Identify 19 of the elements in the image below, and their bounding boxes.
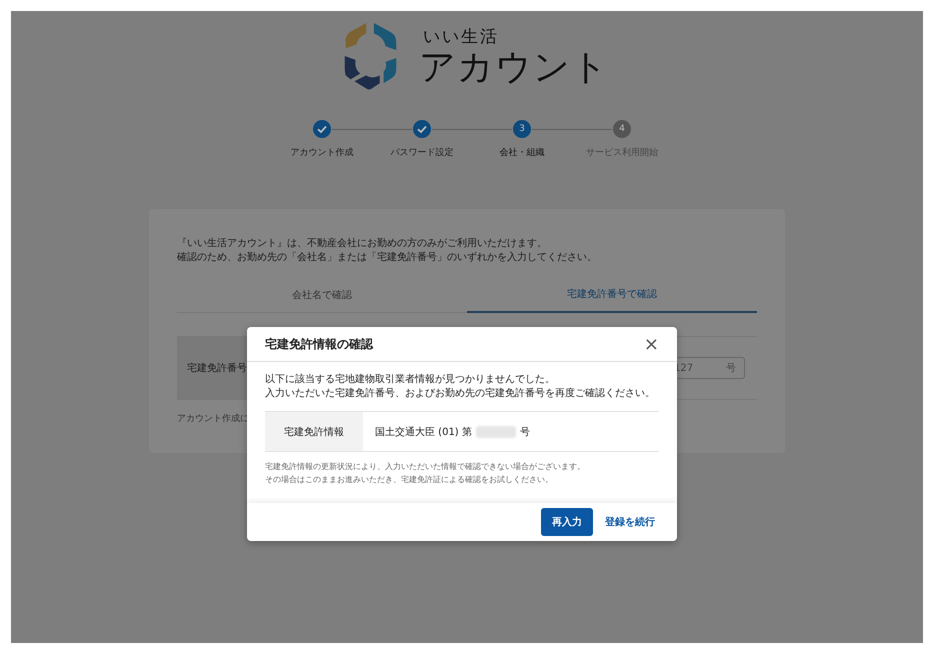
continue-link[interactable]: 登録を続行 <box>605 515 655 529</box>
step-number: 4 <box>613 120 631 138</box>
step-number: 3 <box>513 120 531 138</box>
intro-text: 『いい生活アカウント』は、不動産会社にお勤めの方のみがご利用いただけます。 <box>177 237 548 251</box>
reenter-button[interactable]: 再入力 <box>541 508 593 536</box>
close-button[interactable]: × <box>644 334 659 354</box>
redacted-block <box>476 426 516 438</box>
note-text: その場合はこのままお進みいただき、宅建免許証による確認をお試しください。 <box>265 474 554 486</box>
step-label: パスワード設定 <box>390 146 454 159</box>
logo-title: アカウント <box>419 48 609 88</box>
info-suffix: 号 <box>520 426 530 438</box>
step-label: サービス利用開始 <box>586 146 658 159</box>
note-text: 宅建免許情報の更新状況により、入力いただいた情報で確認できない場合がございます。 <box>265 461 586 473</box>
logo-subtitle: いい生活 <box>423 26 500 48</box>
intro-text: 確認のため、お勤め先の「会社名」または「宅建免許番号」のいずれかを入力してください。 <box>177 251 598 265</box>
step-label: アカウント作成 <box>290 146 354 159</box>
info-value: 国土交通大臣 (01) 第 <box>375 426 472 438</box>
info-label: 宅建免許情報 <box>265 412 363 451</box>
step-label: 会社・組織 <box>500 146 544 159</box>
